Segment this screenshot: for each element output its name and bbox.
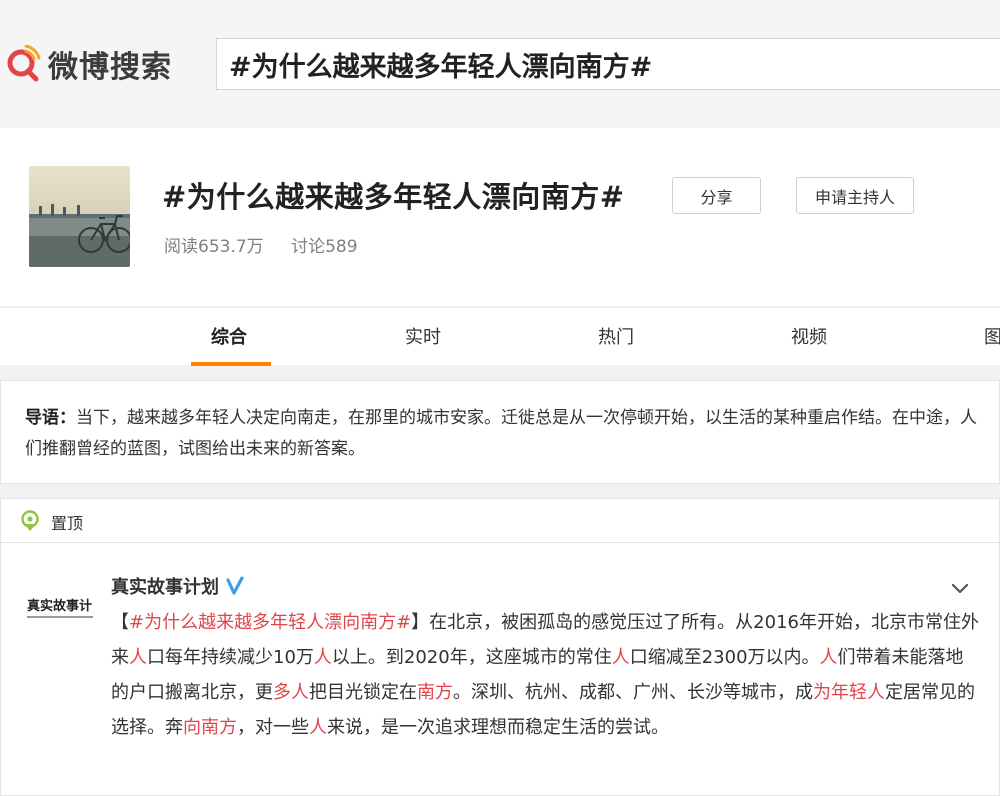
discussion-count: 讨论589	[291, 237, 358, 257]
search-header: 微博搜索	[0, 0, 1000, 128]
topic-cover-image[interactable]	[29, 166, 130, 267]
search-box[interactable]	[216, 38, 1000, 90]
post-text: 【#为什么越来越多年轻人漂向南方#】在北京，被困孤岛的感觉压过了所有。从2016…	[111, 605, 981, 745]
avatar-logo-text: 真实故事计	[27, 598, 92, 614]
cover-picture	[29, 166, 130, 267]
avatar-logo: 真实故事计	[27, 598, 93, 618]
pinned-header: 置顶	[0, 498, 1000, 542]
share-button[interactable]: 分享	[672, 177, 761, 214]
logo-text: 微博搜索	[48, 50, 172, 85]
keyword-highlight: 人	[129, 647, 147, 668]
post-text-segment: 【	[111, 612, 129, 633]
keyword-highlight: 人	[313, 647, 332, 668]
post-author[interactable]: 真实故事计划	[111, 573, 245, 599]
read-count: 阅读653.7万	[164, 237, 264, 257]
tab-hot[interactable]: 热门	[598, 323, 634, 349]
keyword-highlight: 人	[309, 717, 327, 738]
author-name[interactable]: 真实故事计划	[111, 573, 219, 599]
topic-intro: 导语：当下，越来越多年轻人决定向南走，在那里的城市安家。迁徙总是从一次停顿开始，…	[0, 380, 1000, 484]
verified-icon	[226, 576, 244, 595]
keyword-highlight: 人	[611, 647, 630, 668]
apply-host-button[interactable]: 申请主持人	[796, 177, 914, 214]
intro-text: 导语：当下，越来越多年轻人决定向南走，在那里的城市安家。迁徙总是从一次停顿开始，…	[25, 403, 985, 465]
keyword-highlight: 人	[819, 647, 838, 668]
post-text-segment: 来说，是一次追求理想而稳定生活的尝试。	[327, 717, 669, 738]
avatar[interactable]: 真实故事计	[23, 577, 99, 639]
pinned-icon	[21, 510, 39, 531]
tab-pictures[interactable]: 图	[984, 323, 1000, 349]
topic-card: #为什么越来越多年轻人漂向南方# 阅读653.7万 讨论589 分享 申请主持人	[0, 128, 1000, 306]
post-text-segment: 以上。到2020年，这座城市的常住	[331, 647, 612, 668]
keyword-highlight: 多人	[273, 682, 309, 703]
keyword-highlight: 向南方	[183, 717, 237, 738]
keyword-highlight: 南方	[417, 682, 453, 703]
post-text-segment: 口每年持续减少10万	[147, 647, 314, 668]
tab-comprehensive[interactable]: 综合	[211, 323, 247, 349]
intro-body: 当下，越来越多年轻人决定向南走，在那里的城市安家。迁徙总是从一次停顿开始，以生活…	[25, 408, 977, 459]
topic-title: #为什么越来越多年轻人漂向南方#	[162, 180, 625, 214]
post-text-segment: 把目光锁定在	[309, 682, 417, 703]
weibo-search-logo[interactable]: 微博搜索	[4, 44, 172, 85]
weibo-search-icon	[7, 45, 41, 82]
search-input[interactable]	[217, 39, 1000, 89]
tab-video[interactable]: 视频	[791, 323, 827, 349]
result-tabs: 综合 实时 热门 视频 图	[0, 307, 1000, 366]
post-text-segment: ，对一些	[237, 717, 309, 738]
intro-label: 导语：	[25, 408, 76, 428]
keyword-highlight: 为年轻人	[813, 682, 885, 703]
post-text-segment: 。深圳、杭州、成都、广州、长沙等城市，成	[453, 682, 813, 703]
weibo-post: 真实故事计 真实故事计划 【#为什么越来越多年轻人漂向南方#】在北京，被困孤岛的…	[0, 542, 1000, 796]
chevron-down-icon[interactable]	[949, 577, 971, 599]
pinned-label: 置顶	[51, 514, 84, 533]
hashtag-link[interactable]: #为什么越来越多年轻人漂向南方#	[129, 612, 411, 633]
topic-stats: 阅读653.7万 讨论589	[164, 232, 380, 257]
post-text-segment: 口缩减至2300万以内。	[629, 647, 820, 668]
tab-realtime[interactable]: 实时	[405, 323, 441, 349]
active-tab-indicator	[191, 362, 271, 366]
